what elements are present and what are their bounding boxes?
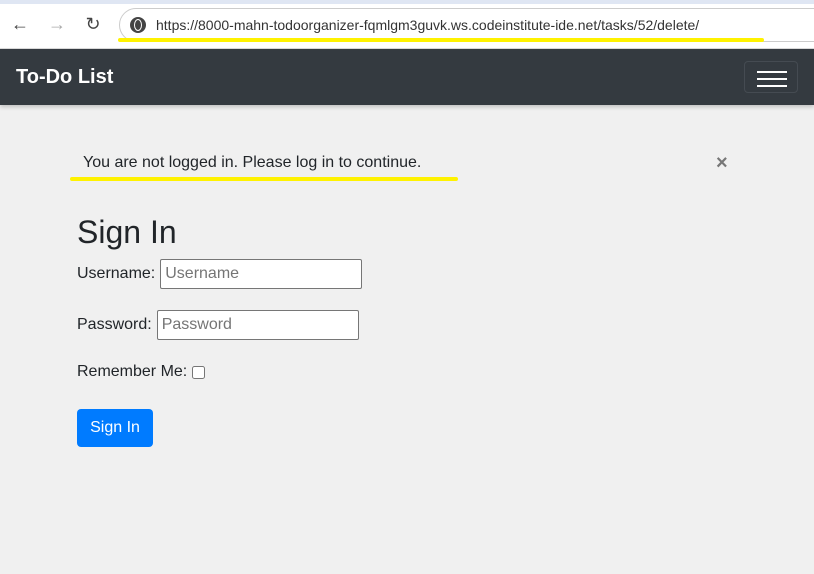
sign-in-button[interactable]: Sign In — [77, 409, 153, 447]
hamburger-icon — [757, 71, 787, 73]
forward-icon[interactable]: → — [45, 12, 69, 36]
browser-chrome: ← → ↻ https://8000-mahn-todoorganizer-fq… — [0, 0, 814, 49]
back-icon[interactable]: ← — [8, 12, 32, 36]
username-label: Username: — [77, 265, 156, 282]
address-bar[interactable]: https://8000-mahn-todoorganizer-fqmlgm3g… — [119, 8, 814, 42]
navbar: To-Do List — [0, 49, 814, 105]
menu-toggle-button[interactable] — [744, 61, 798, 93]
reload-icon[interactable]: ↻ — [81, 12, 105, 36]
url-text[interactable]: https://8000-mahn-todoorganizer-fqmlgm3g… — [156, 17, 699, 33]
globe-icon — [130, 17, 146, 33]
remember-checkbox[interactable] — [192, 365, 206, 379]
page-title: Sign In — [77, 214, 177, 250]
username-input[interactable] — [160, 259, 363, 289]
navbar-brand[interactable]: To-Do List — [16, 66, 113, 89]
hamburger-icon-line — [757, 85, 787, 87]
password-row: Password: — [77, 310, 359, 340]
hamburger-icon-line — [757, 78, 787, 80]
highlight-underline — [70, 177, 458, 181]
tab-strip — [0, 0, 814, 4]
alert-message: You are not logged in. Please log in to … — [83, 154, 422, 171]
password-input[interactable] — [156, 310, 359, 340]
close-icon[interactable]: × — [716, 152, 728, 175]
username-row: Username: — [77, 259, 363, 289]
password-label: Password: — [77, 316, 152, 333]
remember-row: Remember Me: — [77, 363, 206, 381]
remember-label: Remember Me: — [77, 363, 188, 380]
highlight-underline — [118, 38, 764, 42]
